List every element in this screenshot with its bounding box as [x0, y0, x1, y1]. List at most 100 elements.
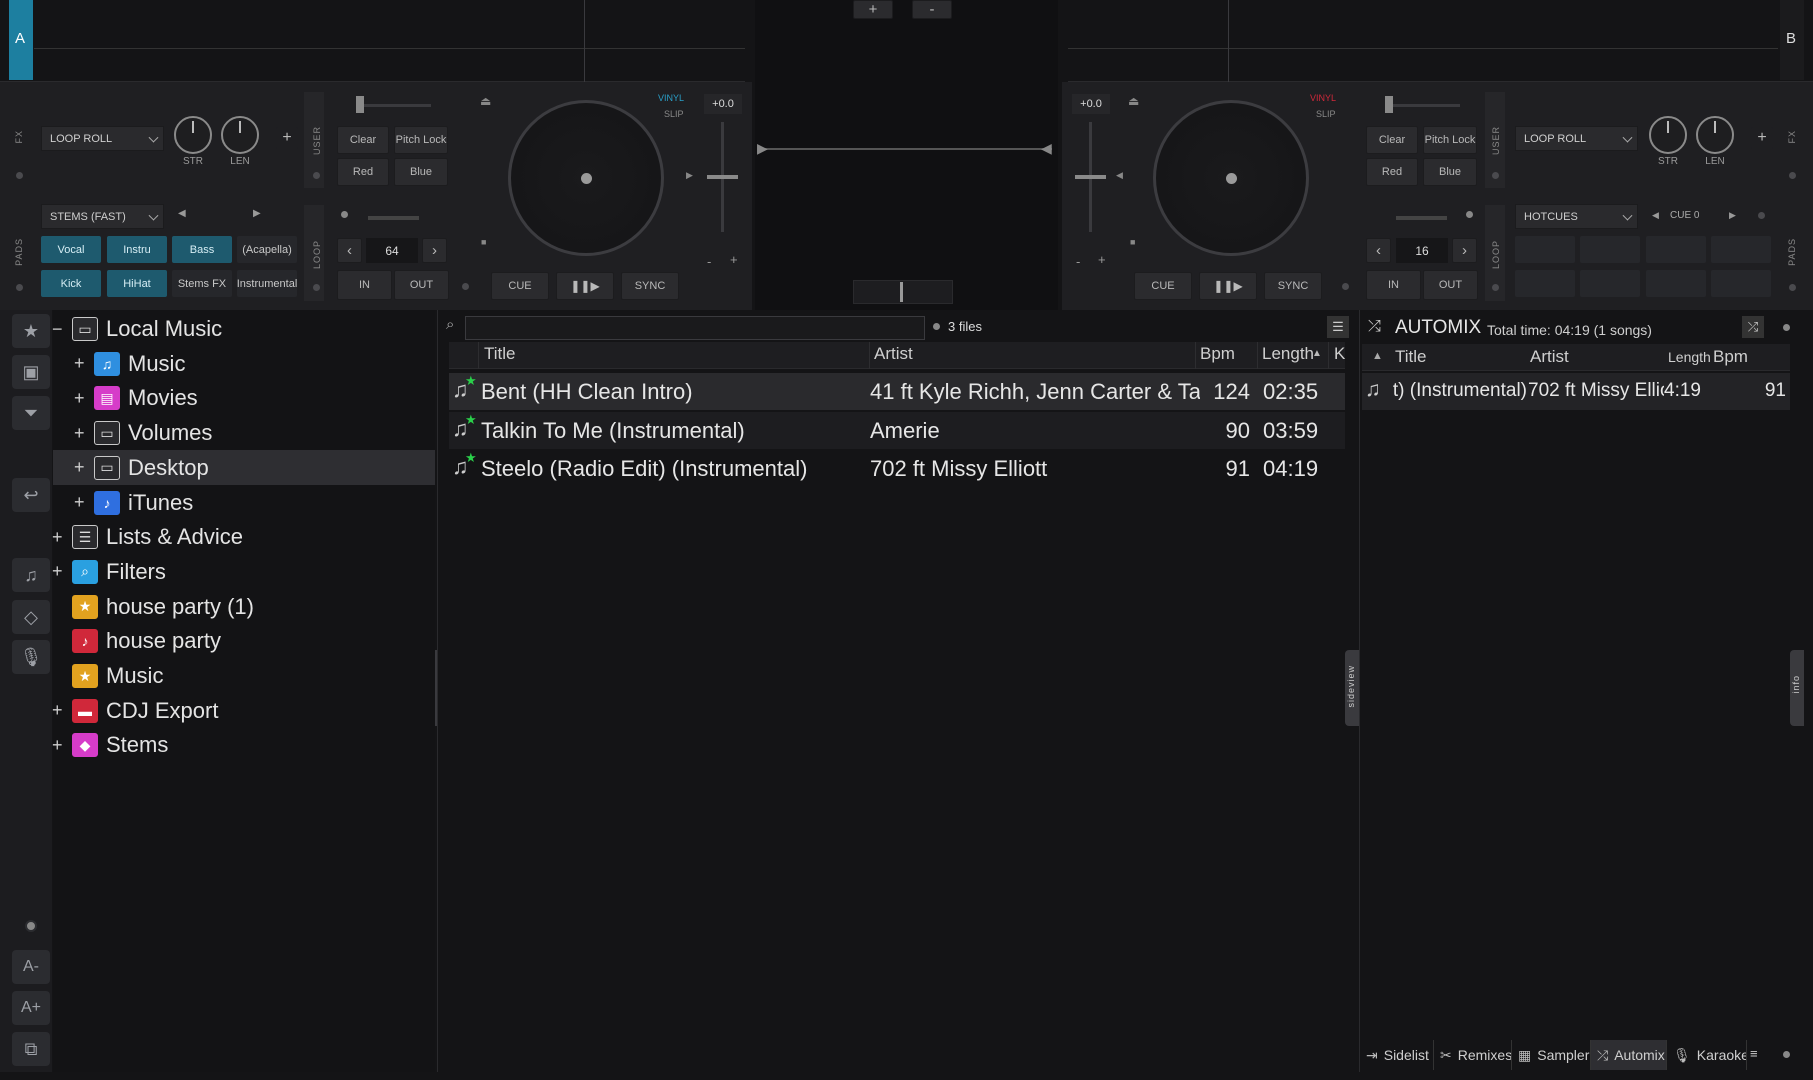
bottom-tab[interactable]: ✂ Remixes — [1434, 1040, 1512, 1070]
pad-acapella[interactable]: (Acapella) — [237, 236, 297, 263]
pad-hihat[interactable]: HiHat — [107, 270, 167, 297]
loop-halve-button-a[interactable]: ‹ — [337, 238, 362, 263]
pads-prev-icon-a[interactable]: ◀ — [178, 208, 186, 219]
hotcue-pad-8[interactable] — [1711, 270, 1771, 297]
back-icon[interactable]: ↩ — [12, 478, 50, 512]
red-button-b[interactable]: Red — [1366, 158, 1418, 186]
tree-item[interactable]: ★ Music — [72, 661, 163, 691]
user-dot-b[interactable] — [1492, 172, 1499, 179]
pitch-fader-handle-b[interactable] — [1075, 175, 1106, 179]
hotcue-pad-5[interactable] — [1515, 270, 1575, 297]
hotcue-pad-7[interactable] — [1646, 270, 1706, 297]
pitch-lock-button-b[interactable]: Pitch Lock — [1423, 126, 1477, 154]
tree-item[interactable]: + ▬ CDJ Export — [52, 696, 218, 726]
fx-add-button-a[interactable]: + — [276, 127, 298, 149]
str-knob-a[interactable] — [174, 116, 212, 154]
search-input[interactable] — [465, 316, 925, 340]
col-key[interactable]: K — [1334, 344, 1345, 364]
loop-in-button-a[interactable]: IN — [337, 270, 392, 300]
star-folder-icon[interactable]: ★ — [12, 314, 50, 348]
crossfader[interactable] — [853, 280, 953, 304]
slider-handle-b[interactable] — [1385, 96, 1393, 113]
loop-double-button-b[interactable]: › — [1452, 238, 1477, 263]
erase-icon[interactable]: ◇ — [12, 600, 50, 634]
fx-select-b[interactable]: LOOP ROLL — [1515, 126, 1638, 151]
pads-dot-b[interactable] — [1789, 284, 1796, 291]
hotcue-pad-3[interactable] — [1646, 236, 1706, 263]
fx-dot-b[interactable] — [1789, 172, 1796, 179]
automix-shuffle-button[interactable]: ⤮ — [1742, 316, 1764, 338]
col-title[interactable]: Title — [484, 344, 516, 364]
music-icon[interactable]: ♫ — [12, 558, 50, 592]
hotcue-pad-2[interactable] — [1580, 236, 1640, 263]
col-artist[interactable]: Artist — [874, 344, 913, 364]
eject-icon-b[interactable]: ⏏ — [1128, 94, 1139, 108]
stop-icon-a[interactable]: ■ — [481, 237, 486, 247]
hotcue-pad-1[interactable] — [1515, 236, 1575, 263]
collapse-icon[interactable]: − — [52, 319, 63, 340]
search-icon[interactable]: ⌕ — [446, 316, 454, 333]
expand-icon[interactable]: + — [74, 353, 85, 374]
track-row[interactable]: ♫ Bent (HH Clean Intro) 41 ft Kyle Richh, … — [449, 373, 1345, 410]
automix-options-dot[interactable] — [1783, 324, 1790, 331]
slider-handle-a[interactable] — [356, 96, 364, 113]
cue-button-b[interactable]: CUE — [1134, 272, 1192, 300]
eject-icon-a[interactable]: ⏏ — [480, 94, 491, 108]
pitch-minus-b[interactable]: - — [1076, 254, 1080, 269]
font-larger-button[interactable]: A+ — [12, 991, 50, 1025]
pitch-fader-handle-a[interactable] — [707, 175, 738, 179]
vinyl-label-a[interactable]: VINYL — [658, 93, 684, 103]
clear-button-b[interactable]: Clear — [1366, 126, 1418, 154]
window-icon[interactable]: ⧉ — [12, 1032, 50, 1066]
expand-icon[interactable]: + — [52, 700, 63, 721]
bottom-tab[interactable]: ⤮ Automix — [1591, 1040, 1667, 1070]
mic-icon[interactable]: 🎙 — [12, 640, 50, 674]
tree-item[interactable]: ★ house party (1) — [72, 592, 254, 622]
track-row[interactable]: ♫ Steelo (Radio Edit) (Instrumental) 702 f… — [449, 450, 1345, 487]
tree-item[interactable]: + ☰ Lists & Advice — [52, 522, 243, 552]
expand-icon[interactable]: + — [74, 492, 85, 513]
clear-button-a[interactable]: Clear — [337, 126, 389, 154]
expand-icon[interactable]: + — [74, 423, 85, 444]
tree-item[interactable]: + ♫ Music — [74, 349, 185, 379]
bottom-options-dot[interactable] — [1783, 1051, 1790, 1058]
zoom-in-button[interactable]: + — [853, 0, 893, 19]
shuffle-icon[interactable]: ⤮ — [1368, 318, 1381, 336]
pads-dot-a[interactable] — [16, 284, 23, 291]
bottom-tab[interactable]: ⇥ Sidelist — [1360, 1040, 1434, 1070]
slip-label-b[interactable]: SLIP — [1316, 109, 1336, 119]
blue-button-a[interactable]: Blue — [394, 158, 448, 186]
crossfader-handle[interactable] — [900, 282, 903, 302]
automix-col-bpm[interactable]: Bpm — [1713, 347, 1748, 367]
loop-out-button-b[interactable]: OUT — [1423, 270, 1478, 300]
len-knob-a[interactable] — [221, 116, 259, 154]
list-view-icon[interactable]: ☰ — [1327, 316, 1349, 338]
expand-icon[interactable]: + — [52, 527, 63, 548]
col-length[interactable]: Length — [1262, 344, 1314, 364]
loop-out-button-a[interactable]: OUT — [394, 270, 449, 300]
vinyl-label-b[interactable]: VINYL — [1310, 93, 1336, 103]
tree-item[interactable]: + ♪ iTunes — [74, 488, 193, 518]
font-smaller-button[interactable]: A- — [12, 950, 50, 984]
waveform-deck-a[interactable] — [0, 0, 745, 82]
tree-item[interactable]: + ◆ Stems — [52, 730, 168, 760]
fx-add-button-b[interactable]: + — [1751, 127, 1773, 149]
loop-halve-button-b[interactable]: ‹ — [1366, 238, 1391, 263]
pads-next-icon-a[interactable]: ▶ — [253, 208, 261, 219]
track-row[interactable]: ♫ Talkin To Me (Instrumental) Amerie 90 03:5… — [449, 411, 1345, 449]
sync-button-b[interactable]: SYNC — [1264, 272, 1322, 300]
pitch-minus-a[interactable]: - — [707, 254, 711, 269]
jog-wheel-b[interactable] — [1153, 100, 1309, 256]
expand-icon[interactable]: + — [74, 457, 85, 478]
filter-icon[interactable]: ⏷ — [12, 396, 50, 430]
search-options-dot[interactable] — [933, 323, 940, 330]
str-knob-b[interactable] — [1649, 116, 1687, 154]
bottom-tab[interactable]: ▦ Sampler — [1512, 1040, 1591, 1070]
user-dot-a[interactable] — [313, 172, 320, 179]
automix-col-artist[interactable]: Artist — [1530, 347, 1569, 367]
tree-item[interactable]: + ▤ Movies — [74, 383, 198, 413]
waveform-deck-b[interactable] — [1068, 0, 1813, 82]
pitch-plus-a[interactable]: + — [730, 252, 738, 267]
col-bpm[interactable]: Bpm — [1200, 344, 1235, 364]
hotcue-pad-4[interactable] — [1711, 236, 1771, 263]
